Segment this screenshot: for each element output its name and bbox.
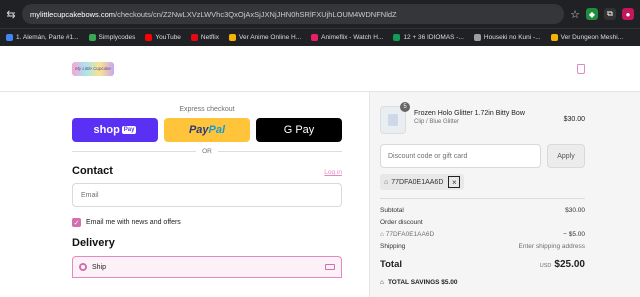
shopping-bag-icon[interactable] bbox=[577, 63, 585, 74]
newsletter-label: Email me with news and offers bbox=[86, 219, 181, 226]
google-pay-button[interactable]: G Pay bbox=[256, 118, 342, 142]
bookmark-label: YouTube bbox=[155, 34, 181, 41]
order-discount-label: Order discount bbox=[380, 219, 423, 226]
express-checkout-title: Express checkout bbox=[179, 106, 235, 113]
contact-heading: Contact bbox=[72, 165, 113, 177]
ship-option[interactable]: Ship bbox=[72, 256, 342, 278]
product-thumbnail: 5 bbox=[380, 102, 410, 134]
logo-text: My Little Cupcake bbox=[75, 66, 111, 71]
bookmark-label: 12 + 36 IDIOMAS -... bbox=[403, 34, 464, 41]
savings-tag-icon: ⌂ bbox=[380, 279, 384, 286]
order-summary: 5 Frozen Holo Glitter 1.72in Bitty Bow C… bbox=[370, 92, 640, 297]
product-image bbox=[388, 114, 398, 126]
bookmark-favicon-icon bbox=[88, 34, 96, 41]
login-link[interactable]: Log in bbox=[324, 169, 342, 176]
truck-icon bbox=[325, 264, 335, 270]
cart-line-item: 5 Frozen Holo Glitter 1.72in Bitty Bow C… bbox=[380, 102, 585, 134]
shop-label: shop bbox=[93, 124, 120, 136]
paypal-label-a: Pay bbox=[188, 124, 209, 136]
tag-icon: ⌂ bbox=[384, 178, 389, 186]
url-path: /checkouts/cn/Z2NwLXVzLWVhc3QxOjAxSjJXNj… bbox=[115, 9, 397, 19]
browser-toolbar: ⇆ mylittlecupcakebows.com /checkouts/cn/… bbox=[0, 0, 640, 28]
delivery-heading: Delivery bbox=[72, 237, 115, 249]
subtotal-label: Subtotal bbox=[380, 207, 404, 214]
extension-shield-icon[interactable]: ◆ bbox=[586, 8, 598, 20]
bookmark-item[interactable]: 1. Alemán, Parte #1... bbox=[6, 34, 79, 41]
email-field[interactable]: Email bbox=[72, 183, 342, 207]
total-value: $25.00 bbox=[554, 259, 585, 270]
ship-label: Ship bbox=[92, 263, 107, 271]
product-name: Frozen Holo Glitter 1.72in Bitty Bow bbox=[414, 110, 525, 117]
address-bar[interactable]: mylittlecupcakebows.com /checkouts/cn/Z2… bbox=[22, 4, 564, 24]
apply-button[interactable]: Apply bbox=[547, 144, 585, 168]
bookmark-favicon-icon bbox=[311, 34, 319, 41]
bookmark-favicon-icon bbox=[145, 34, 153, 41]
url-domain: mylittlecupcakebows.com bbox=[30, 9, 116, 19]
discount-code-input[interactable]: Discount code or gift card bbox=[380, 144, 541, 168]
bookmark-label: Ver Dungeon Meshi... bbox=[560, 34, 624, 41]
bookmark-item[interactable]: Animeflix - Watch H... bbox=[311, 34, 383, 41]
bookmark-item[interactable]: 12 + 36 IDIOMAS -... bbox=[393, 34, 464, 41]
product-price: $30.00 bbox=[563, 116, 585, 123]
bookmark-label: 1. Alemán, Parte #1... bbox=[16, 34, 79, 41]
bookmark-favicon-icon bbox=[393, 34, 401, 41]
or-text: OR bbox=[202, 148, 212, 155]
shop-pay-button[interactable]: shop Pay bbox=[72, 118, 158, 142]
newsletter-checkbox[interactable]: ✓ bbox=[72, 218, 81, 227]
ship-radio[interactable] bbox=[79, 263, 87, 271]
discount-placeholder: Discount code or gift card bbox=[388, 152, 468, 160]
subtotal-value: $30.00 bbox=[565, 207, 585, 214]
bookmark-label: Animeflix - Watch H... bbox=[321, 34, 384, 41]
extensions-icon[interactable]: ⧉ bbox=[604, 8, 616, 20]
gpay-label: G Pay bbox=[283, 124, 315, 136]
remove-discount-button[interactable]: × bbox=[448, 176, 461, 188]
bookmark-favicon-icon bbox=[6, 34, 13, 41]
site-info-icon[interactable]: ⇆ bbox=[6, 8, 16, 21]
email-placeholder: Email bbox=[81, 191, 99, 199]
store-logo[interactable]: My Little Cupcake bbox=[72, 61, 114, 76]
currency-code: USD bbox=[539, 263, 552, 269]
order-discount-code: 77DFA0E1AA6D bbox=[385, 231, 435, 238]
total-savings: TOTAL SAVINGS $5.00 bbox=[387, 279, 458, 286]
bookmark-item[interactable]: Houseki no Kuni -... bbox=[473, 34, 541, 41]
bookmark-favicon-icon bbox=[190, 34, 198, 41]
bookmark-favicon-icon bbox=[228, 34, 236, 41]
bookmark-favicon-icon bbox=[550, 34, 558, 41]
applied-discount-chip: ⌂ 77DFA0E1AA6D × bbox=[380, 174, 465, 190]
bookmark-star-icon[interactable]: ☆ bbox=[570, 8, 580, 21]
applied-code: 77DFA0E1AA6D bbox=[391, 178, 444, 186]
bookmark-item[interactable]: YouTube bbox=[145, 34, 181, 41]
bookmark-item[interactable]: Ver Dungeon Meshi... bbox=[550, 34, 624, 41]
checkout-header: My Little Cupcake bbox=[0, 46, 640, 92]
bookmark-label: Ver Anime Online H... bbox=[238, 34, 302, 41]
bookmark-label: Netflix bbox=[200, 34, 219, 41]
paypal-label-b: Pal bbox=[208, 124, 226, 136]
total-label: Total bbox=[380, 259, 402, 270]
checkout-form: Express checkout shop Pay Pay Pal G Pay OR… bbox=[0, 92, 370, 297]
bookmark-item[interactable]: Ver Anime Online H... bbox=[228, 34, 302, 41]
product-variant: Clip / Blue Glitter bbox=[414, 119, 460, 125]
bookmark-label: Simplycodes bbox=[98, 34, 136, 41]
bookmark-item[interactable]: Simplycodes bbox=[88, 34, 136, 41]
paypal-button[interactable]: Pay Pal bbox=[164, 118, 250, 142]
bookmark-item[interactable]: Netflix bbox=[190, 34, 219, 41]
shipping-label: Shipping bbox=[380, 243, 406, 250]
quantity-badge: 5 bbox=[400, 102, 410, 112]
profile-avatar[interactable]: ● bbox=[622, 8, 634, 20]
shipping-value: Enter shipping address bbox=[518, 243, 586, 250]
order-discount-amount: − $5.00 bbox=[563, 231, 585, 238]
bookmarks-bar: 1. Alemán, Parte #1... Simplycodes YouTube… bbox=[0, 28, 640, 46]
shop-pay-badge: Pay bbox=[121, 126, 137, 134]
or-divider: OR bbox=[72, 148, 342, 155]
bookmark-label: Houseki no Kuni -... bbox=[483, 34, 541, 41]
bookmark-favicon-icon bbox=[473, 34, 481, 41]
